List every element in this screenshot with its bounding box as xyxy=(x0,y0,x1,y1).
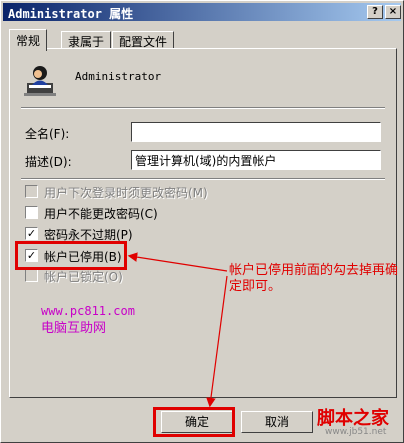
description-label: 描述(D): xyxy=(25,155,72,169)
user-account-name: Administrator xyxy=(75,70,162,83)
description-input[interactable]: 管理计算机(域)的内置帐户 xyxy=(131,150,381,170)
tab-profile[interactable]: 配置文件 xyxy=(112,31,175,49)
site-url: www.jb51.net xyxy=(325,427,387,437)
checkbox-box[interactable] xyxy=(25,269,38,282)
user-icon xyxy=(24,66,56,96)
close-button[interactable]: × xyxy=(385,5,401,19)
watermark-name: 电脑互助网 xyxy=(41,321,107,336)
checkbox-box[interactable] xyxy=(25,185,38,198)
separator xyxy=(21,178,385,180)
tab-general[interactable]: 常规 xyxy=(9,29,48,51)
annotation-text: 帐户已停用前面的勾去掉再确定即可。 xyxy=(229,263,399,294)
tab-member-of[interactable]: 隶属于 xyxy=(61,31,112,49)
help-button[interactable]: ? xyxy=(367,5,383,19)
fullname-input[interactable] xyxy=(131,122,381,142)
window-title: Administrator 属性 xyxy=(8,7,134,21)
checkbox-label: 用户不能更改密码(C) xyxy=(44,207,158,221)
checkbox-box[interactable] xyxy=(25,206,38,219)
general-tab-panel xyxy=(9,48,397,398)
checkbox-label: 用户下次登录时须更改密码(M) xyxy=(44,186,208,200)
title-bar[interactable]: Administrator 属性 ? × xyxy=(3,3,401,21)
highlight-box-account-disabled xyxy=(15,241,127,270)
watermark-url: www.pc811.com xyxy=(41,304,135,318)
checkbox-label: 帐户已锁定(O) xyxy=(44,270,123,284)
highlight-box-ok xyxy=(153,407,235,437)
cancel-button[interactable]: 取消 xyxy=(241,411,313,433)
properties-dialog: Administrator 属性 ? × 常规 隶属于 配置文件 Adminis… xyxy=(0,0,404,443)
separator xyxy=(21,107,385,109)
fullname-label: 全名(F): xyxy=(25,127,70,141)
checkbox-box[interactable]: ✓ xyxy=(25,227,38,240)
